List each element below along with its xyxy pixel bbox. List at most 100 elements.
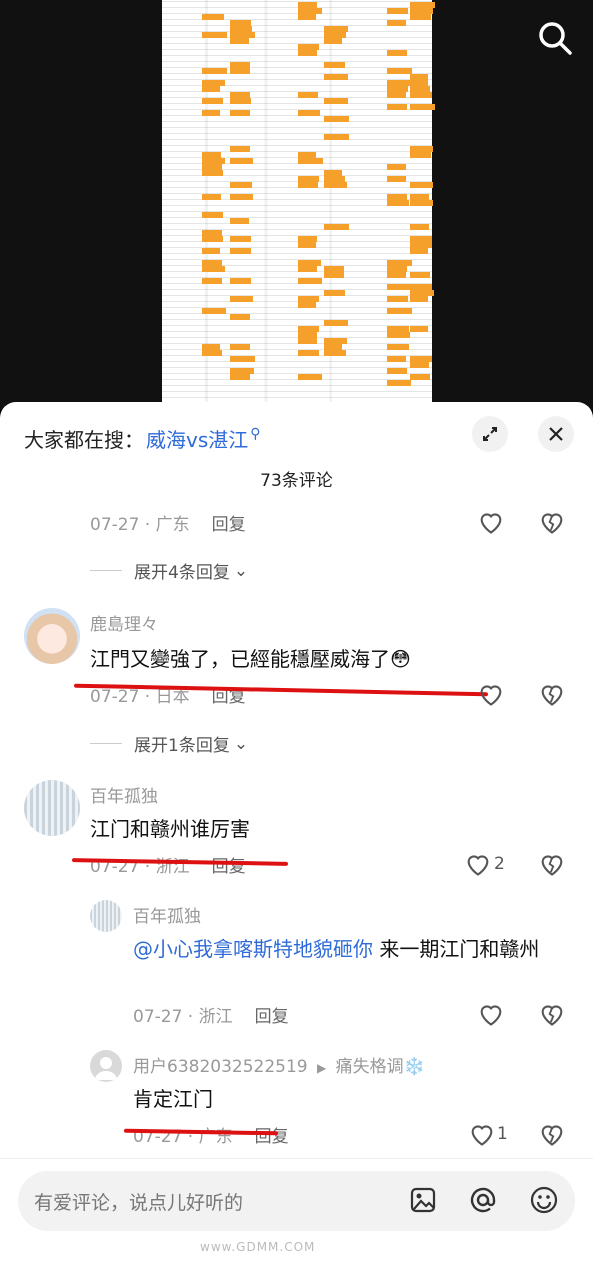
- avatar[interactable]: [24, 608, 80, 664]
- broken-heart-icon[interactable]: [538, 850, 566, 878]
- reply-text: @小心我拿喀斯特地貌砸你 来一期江门和赣州: [133, 934, 573, 964]
- highlighted-cell: [410, 200, 433, 206]
- highlighted-cell: [387, 176, 406, 182]
- highlighted-cell: [298, 266, 317, 272]
- broken-heart-icon[interactable]: [538, 508, 566, 536]
- reply-body: 来一期江门和赣州: [373, 937, 540, 961]
- highlighted-cell: [410, 92, 432, 98]
- hot-search-prefix: 大家都在搜：: [24, 427, 144, 452]
- post-image-area[interactable]: [0, 0, 593, 410]
- highlighted-cell: [387, 368, 407, 374]
- highlighted-cell: [202, 14, 224, 20]
- avatar[interactable]: [90, 900, 122, 932]
- highlighted-cell: [230, 110, 250, 116]
- search-icon[interactable]: [533, 16, 577, 60]
- reply-button[interactable]: 回复: [255, 1127, 289, 1147]
- highlighted-cell: [410, 272, 430, 278]
- expand-replies-button[interactable]: 展开4条回复 ⌄: [90, 558, 248, 583]
- highlighted-cell: [298, 158, 323, 164]
- highlighted-cell: [387, 200, 409, 206]
- highlighted-cell: [298, 182, 318, 188]
- mention-link[interactable]: @小心我拿喀斯特地貌砸你: [133, 937, 373, 961]
- highlighted-cell: [410, 182, 433, 188]
- chevron-down-icon: ⌄: [233, 560, 249, 581]
- highlighted-cell: [298, 50, 317, 56]
- hot-search-term[interactable]: 威海vs湛江: [146, 424, 248, 453]
- highlighted-cell: [230, 194, 253, 200]
- expand-replies-button[interactable]: 展开1条回复 ⌄: [90, 731, 248, 756]
- reply-text: 肯定江门: [133, 1087, 213, 1111]
- highlighted-cell: [230, 374, 250, 380]
- highlighted-cell: [324, 224, 349, 230]
- reply-author-line: 用户6382032522519 ▶ 痛失格调❄️: [133, 1052, 425, 1077]
- watermark: www.GDMM.COM: [200, 1240, 316, 1254]
- highlighted-cell: [387, 8, 408, 14]
- highlighted-cell: [230, 98, 251, 104]
- highlighted-cell: [324, 272, 344, 278]
- heart-icon[interactable]: [477, 1000, 505, 1028]
- highlighted-cell: [230, 38, 249, 44]
- highlighted-cell: [230, 278, 251, 284]
- heart-icon[interactable]: [468, 1120, 496, 1148]
- mention-icon[interactable]: [468, 1185, 498, 1215]
- comment-input[interactable]: 有爱评论，说点儿好听的: [18, 1171, 575, 1231]
- hot-search-bar[interactable]: 大家都在搜： 威海vs湛江 ⚲: [24, 420, 261, 456]
- comment-input-bar: 有爱评论，说点儿好听的: [0, 1158, 593, 1281]
- highlighted-cell: [230, 68, 250, 74]
- broken-heart-icon[interactable]: [538, 680, 566, 708]
- image-icon[interactable]: [408, 1185, 438, 1215]
- emoji-icon[interactable]: [529, 1185, 559, 1215]
- highlighted-cell: [202, 194, 221, 200]
- highlighted-cell: [202, 86, 220, 92]
- reply-to-user[interactable]: 痛失格调❄️: [336, 1057, 425, 1077]
- highlighted-cell: [387, 380, 411, 386]
- highlighted-cell: [298, 92, 318, 98]
- highlighted-cell: [230, 158, 253, 164]
- highlighted-cell: [387, 344, 409, 350]
- highlighted-cell: [324, 134, 349, 140]
- heart-icon[interactable]: [464, 850, 492, 878]
- highlighted-cell: [410, 224, 429, 230]
- highlighted-cell: [298, 14, 316, 20]
- comment-author[interactable]: 鹿島理々: [90, 610, 158, 635]
- highlighted-cell: [202, 248, 220, 254]
- highlighted-cell: [324, 320, 348, 326]
- highlighted-cell: [387, 164, 406, 170]
- highlighted-cell: [387, 272, 406, 278]
- reply-meta: 07-27 · 浙江 回复: [133, 1002, 289, 1027]
- broken-heart-icon[interactable]: [538, 1120, 566, 1148]
- highlighted-cell: [230, 356, 255, 362]
- reply-author[interactable]: 用户6382032522519: [133, 1057, 308, 1077]
- highlighted-cell: [387, 92, 406, 98]
- default-user-icon: [95, 1057, 117, 1080]
- heart-icon[interactable]: [477, 680, 505, 708]
- highlighted-cell: [202, 110, 220, 116]
- highlighted-cell: [387, 356, 406, 362]
- highlighted-cell: [324, 290, 345, 296]
- highlighted-cell: [387, 68, 412, 74]
- comment-date-location: 07-27 · 广东: [90, 515, 190, 535]
- highlighted-cell: [202, 98, 223, 104]
- expand-button[interactable]: [472, 416, 508, 452]
- broken-heart-icon[interactable]: [538, 1000, 566, 1028]
- highlighted-cell: [202, 68, 227, 74]
- close-button[interactable]: [538, 416, 574, 452]
- reply-author[interactable]: 百年孤独: [133, 902, 201, 927]
- search-small-icon: ⚲: [250, 426, 261, 442]
- highlighted-cell: [298, 278, 322, 284]
- highlighted-cell: [410, 14, 431, 20]
- highlighted-cell: [230, 182, 252, 188]
- comment-text: 江門又變強了，已經能穩壓威海了😳: [90, 647, 411, 671]
- highlighted-cell: [387, 332, 410, 338]
- reply-arrow-icon: ▶: [317, 1061, 327, 1075]
- reply-button[interactable]: 回复: [212, 515, 246, 535]
- highlighted-cell: [410, 104, 435, 110]
- comment-author[interactable]: 百年孤独: [90, 782, 158, 807]
- avatar[interactable]: [90, 1050, 122, 1082]
- reply-button[interactable]: 回复: [255, 1007, 289, 1027]
- highlighted-cell: [230, 236, 251, 242]
- heart-icon[interactable]: [477, 508, 505, 536]
- highlighted-cell: [230, 296, 253, 302]
- avatar[interactable]: [24, 780, 80, 836]
- highlighted-cell: [324, 98, 348, 104]
